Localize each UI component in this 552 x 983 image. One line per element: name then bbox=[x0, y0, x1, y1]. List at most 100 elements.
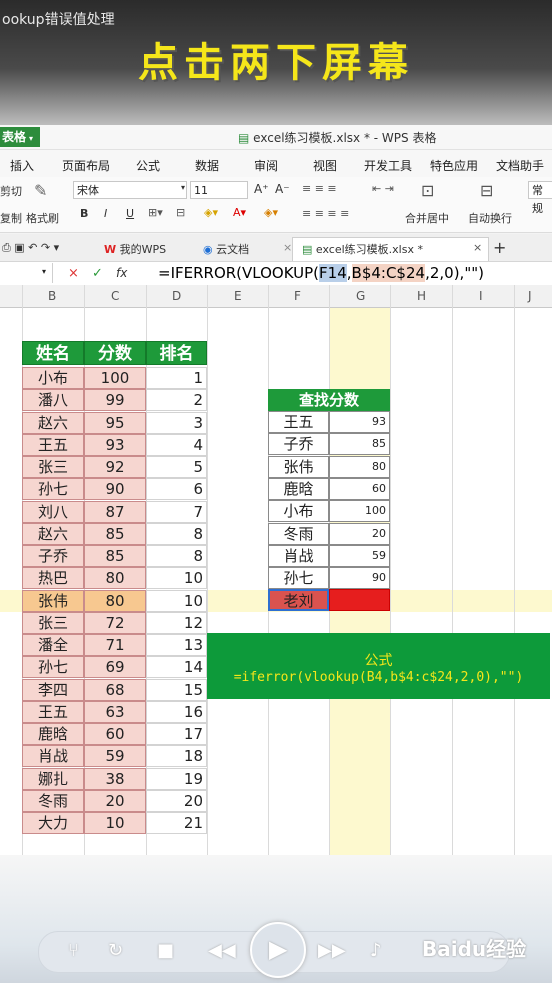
rank-cell[interactable]: 16 bbox=[146, 701, 207, 723]
lookup-name-cell[interactable]: 孙七 bbox=[268, 567, 329, 589]
name-box[interactable]: ▾ bbox=[0, 263, 53, 283]
column-header-b[interactable]: B bbox=[48, 289, 56, 303]
name-cell[interactable]: 小布 bbox=[22, 367, 84, 389]
tab-cloud-docs[interactable]: ◉ 云文档 bbox=[203, 241, 249, 257]
indent-icon[interactable]: ⇤ ⇥ bbox=[372, 182, 394, 195]
tab-doc-assistant[interactable]: 文档助手 bbox=[496, 157, 544, 174]
rank-cell[interactable]: 4 bbox=[146, 434, 207, 456]
name-cell[interactable]: 孙七 bbox=[22, 656, 84, 678]
shrink-font-button[interactable]: A⁻ bbox=[275, 182, 290, 196]
tab-view[interactable]: 视图 bbox=[313, 157, 337, 174]
rank-cell[interactable]: 10 bbox=[146, 567, 207, 589]
score-cell[interactable]: 63 bbox=[84, 701, 146, 723]
rank-cell[interactable]: 21 bbox=[146, 812, 207, 834]
rank-cell[interactable]: 6 bbox=[146, 478, 207, 500]
rank-cell[interactable]: 20 bbox=[146, 790, 207, 812]
font-size-select[interactable]: 11 bbox=[190, 181, 248, 199]
score-cell[interactable]: 80 bbox=[84, 567, 146, 589]
score-cell[interactable]: 93 bbox=[84, 434, 146, 456]
lookup-name-cell[interactable]: 张伟 bbox=[268, 456, 329, 478]
fast-forward-icon[interactable]: ▶▶ bbox=[318, 940, 346, 961]
rank-cell[interactable]: 2 bbox=[146, 389, 207, 411]
name-cell[interactable]: 王五 bbox=[22, 701, 84, 723]
rank-cell[interactable]: 18 bbox=[146, 745, 207, 767]
name-cell[interactable]: 子乔 bbox=[22, 545, 84, 567]
rank-cell[interactable]: 10 bbox=[146, 590, 207, 612]
close-icon[interactable]: × bbox=[283, 241, 292, 254]
insert-function-button[interactable]: fx bbox=[116, 266, 127, 280]
score-cell[interactable]: 68 bbox=[84, 679, 146, 701]
column-header-j[interactable]: J bbox=[528, 289, 532, 303]
confirm-icon[interactable]: ✓ bbox=[92, 266, 103, 281]
lookup-name-cell[interactable]: 王五 bbox=[268, 411, 329, 433]
score-cell[interactable]: 38 bbox=[84, 768, 146, 790]
column-header-i[interactable]: I bbox=[479, 289, 483, 303]
tab-data[interactable]: 数据 bbox=[195, 157, 219, 174]
name-cell[interactable]: 张三 bbox=[22, 612, 84, 634]
number-format-select[interactable]: 常规 bbox=[528, 181, 552, 215]
italic-button[interactable]: I bbox=[104, 207, 107, 220]
format-painter-button[interactable]: 格式刷 bbox=[26, 210, 59, 226]
tab-my-wps[interactable]: W 我的WPS bbox=[104, 241, 166, 257]
lookup-name-cell[interactable]: 子乔 bbox=[268, 433, 329, 455]
rank-cell[interactable]: 3 bbox=[146, 412, 207, 434]
lookup-name-cell[interactable]: 冬雨 bbox=[268, 523, 329, 545]
name-cell[interactable]: 娜扎 bbox=[22, 768, 84, 790]
lookup-score-cell[interactable]: 59 bbox=[329, 545, 390, 567]
tab-page-layout[interactable]: 页面布局 bbox=[62, 157, 110, 174]
score-cell[interactable]: 72 bbox=[84, 612, 146, 634]
name-cell[interactable]: 赵六 bbox=[22, 412, 84, 434]
close-icon[interactable]: × bbox=[473, 241, 482, 254]
name-cell[interactable]: 李四 bbox=[22, 679, 84, 701]
lookup-score-cell[interactable]: 20 bbox=[329, 523, 390, 545]
rank-cell[interactable]: 14 bbox=[146, 656, 207, 678]
rewind-icon[interactable]: ◀◀ bbox=[208, 940, 236, 961]
volume-icon[interactable]: ♪ bbox=[370, 940, 382, 961]
text-effects-icon[interactable]: ◈▾ bbox=[264, 206, 278, 219]
fill-color-icon[interactable]: ◈▾ bbox=[204, 206, 218, 219]
score-cell[interactable]: 85 bbox=[84, 545, 146, 567]
name-cell[interactable]: 孙七 bbox=[22, 478, 84, 500]
align-top-icon[interactable]: ≡ ≡ ≡ bbox=[302, 182, 337, 195]
formula-input[interactable]: =IFERROR(VLOOKUP(F14,B$4:C$24,2,0),"") bbox=[158, 262, 484, 284]
lookup-score-cell[interactable]: 90 bbox=[329, 567, 390, 589]
stop-icon[interactable]: ■ bbox=[157, 940, 174, 961]
share-icon[interactable]: ⑂ bbox=[68, 940, 79, 961]
name-cell[interactable]: 潘八 bbox=[22, 389, 84, 411]
lookup-score-cell[interactable]: 60 bbox=[329, 478, 390, 500]
tab-features[interactable]: 特色应用 bbox=[430, 157, 478, 174]
lookup-score-cell[interactable] bbox=[329, 589, 390, 611]
replay-icon[interactable]: ↻ bbox=[108, 940, 123, 961]
lookup-name-cell[interactable]: 鹿晗 bbox=[268, 478, 329, 500]
score-cell[interactable]: 10 bbox=[84, 812, 146, 834]
align-left-icon[interactable]: ≡ ≡ ≡ ≡ bbox=[302, 207, 349, 220]
score-cell[interactable]: 71 bbox=[84, 634, 146, 656]
score-cell[interactable]: 100 bbox=[84, 367, 146, 389]
score-cell[interactable]: 60 bbox=[84, 723, 146, 745]
rank-cell[interactable]: 12 bbox=[146, 612, 207, 634]
quick-access-icons[interactable]: ⎙ ▣ ↶ ↷ ▾ bbox=[2, 241, 59, 255]
name-cell[interactable]: 赵六 bbox=[22, 523, 84, 545]
font-name-select[interactable]: 宋体 bbox=[73, 181, 187, 199]
name-cell[interactable]: 大力 bbox=[22, 812, 84, 834]
bold-button[interactable]: B bbox=[80, 207, 88, 220]
score-cell[interactable]: 59 bbox=[84, 745, 146, 767]
score-cell[interactable]: 80 bbox=[84, 590, 146, 612]
score-cell[interactable]: 90 bbox=[84, 478, 146, 500]
lookup-name-cell[interactable]: 老刘 bbox=[268, 589, 329, 611]
merge-center-button[interactable]: 合并居中 bbox=[405, 210, 449, 226]
format-painter-icon[interactable]: ✎ bbox=[34, 181, 47, 200]
score-cell[interactable]: 92 bbox=[84, 456, 146, 478]
border-icon[interactable]: ⊞▾ bbox=[148, 206, 163, 219]
name-cell[interactable]: 鹿晗 bbox=[22, 723, 84, 745]
rank-cell[interactable]: 19 bbox=[146, 768, 207, 790]
column-header-g[interactable]: G bbox=[356, 289, 365, 303]
name-cell[interactable]: 冬雨 bbox=[22, 790, 84, 812]
tab-review[interactable]: 审阅 bbox=[254, 157, 278, 174]
cancel-icon[interactable]: × bbox=[68, 266, 79, 281]
rank-cell[interactable]: 8 bbox=[146, 545, 207, 567]
copy-button[interactable]: 复制 bbox=[0, 210, 22, 226]
score-cell[interactable]: 85 bbox=[84, 523, 146, 545]
lookup-name-cell[interactable]: 小布 bbox=[268, 500, 329, 522]
column-header-c[interactable]: C bbox=[111, 289, 119, 303]
